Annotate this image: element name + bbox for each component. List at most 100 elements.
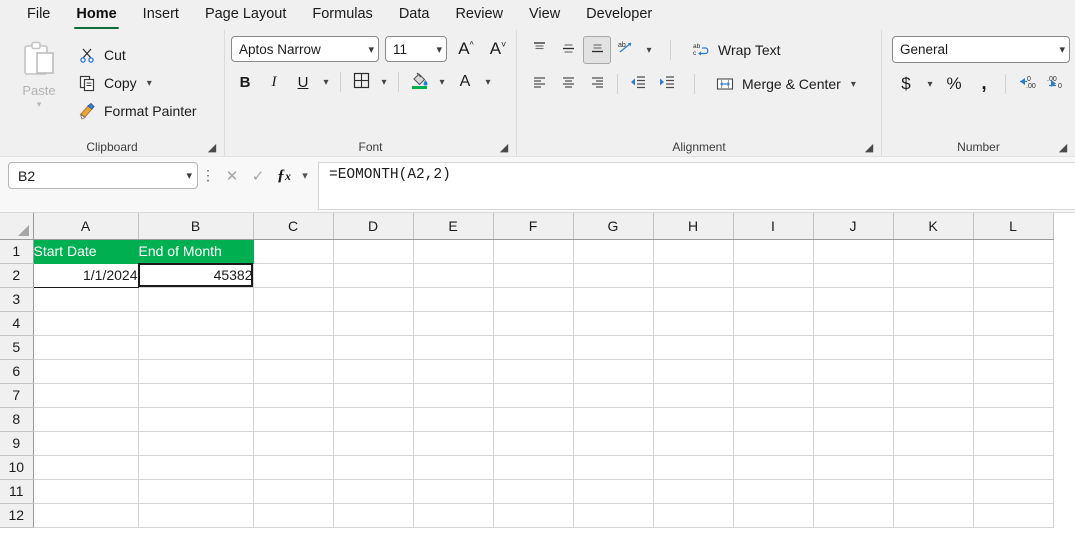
cell-b10[interactable]	[138, 455, 254, 480]
row-header-2[interactable]: 2	[0, 263, 34, 288]
tab-home[interactable]: Home	[63, 1, 129, 30]
font-name-combo[interactable]: Aptos Narrow ▾	[231, 36, 379, 62]
cell-j11[interactable]	[813, 479, 894, 504]
col-header-e[interactable]: E	[413, 213, 494, 240]
cell-b8[interactable]	[138, 407, 254, 432]
tab-developer[interactable]: Developer	[573, 1, 665, 30]
cell-c1[interactable]	[253, 239, 334, 264]
col-header-h[interactable]: H	[653, 213, 734, 240]
format-painter-button[interactable]: Format Painter	[70, 98, 203, 124]
cell-l9[interactable]	[973, 431, 1054, 456]
cell-l10[interactable]	[973, 455, 1054, 480]
cell-f12[interactable]	[493, 503, 574, 528]
cell-l11[interactable]	[973, 479, 1054, 504]
row-header-4[interactable]: 4	[0, 311, 34, 336]
row-header-7[interactable]: 7	[0, 383, 34, 408]
cell-b3[interactable]	[138, 287, 254, 312]
cell-e2[interactable]	[413, 263, 494, 288]
cell-b7[interactable]	[138, 383, 254, 408]
chevron-down-icon[interactable]: ▾	[851, 79, 856, 90]
cell-j12[interactable]	[813, 503, 894, 528]
cell-g6[interactable]	[573, 359, 654, 384]
cell-g5[interactable]	[573, 335, 654, 360]
cell-i1[interactable]	[733, 239, 814, 264]
cell-h8[interactable]	[653, 407, 734, 432]
tab-view[interactable]: View	[516, 1, 573, 30]
cell-d6[interactable]	[333, 359, 414, 384]
cell-e4[interactable]	[413, 311, 494, 336]
cell-h9[interactable]	[653, 431, 734, 456]
cell-e3[interactable]	[413, 287, 494, 312]
cell-f11[interactable]	[493, 479, 574, 504]
cell-e10[interactable]	[413, 455, 494, 480]
decrease-font-size-button[interactable]: A˅	[485, 36, 511, 62]
cell-j6[interactable]	[813, 359, 894, 384]
cell-g12[interactable]	[573, 503, 654, 528]
cell-c10[interactable]	[253, 455, 334, 480]
cell-f9[interactable]	[493, 431, 574, 456]
decrease-decimal-button[interactable]: .00 0	[1043, 70, 1071, 98]
col-header-g[interactable]: G	[573, 213, 654, 240]
alignment-dialog-launcher[interactable]: ◢	[863, 142, 875, 154]
cell-h11[interactable]	[653, 479, 734, 504]
middle-align-button[interactable]	[554, 36, 582, 64]
cell-c6[interactable]	[253, 359, 334, 384]
cell-d10[interactable]	[333, 455, 414, 480]
chevron-down-icon[interactable]: ▾	[432, 43, 442, 56]
cell-g1[interactable]	[573, 239, 654, 264]
cell-i7[interactable]	[733, 383, 814, 408]
cell-g3[interactable]	[573, 287, 654, 312]
font-color-button[interactable]: A	[451, 68, 479, 96]
row-header-8[interactable]: 8	[0, 407, 34, 432]
cell-b5[interactable]	[138, 335, 254, 360]
chevron-down-icon[interactable]: ▾	[364, 43, 374, 56]
cell-g2[interactable]	[573, 263, 654, 288]
cell-g11[interactable]	[573, 479, 654, 504]
borders-dropdown[interactable]: ▾	[376, 68, 392, 96]
cell-f1[interactable]	[493, 239, 574, 264]
cell-j3[interactable]	[813, 287, 894, 312]
cell-c8[interactable]	[253, 407, 334, 432]
chevron-down-icon[interactable]: ▾	[147, 78, 152, 89]
bottom-align-button[interactable]	[583, 36, 611, 64]
cell-j9[interactable]	[813, 431, 894, 456]
cell-g8[interactable]	[573, 407, 654, 432]
cell-a7[interactable]	[33, 383, 139, 408]
fill-color-button[interactable]	[405, 68, 433, 96]
font-size-combo[interactable]: 11 ▾	[385, 36, 447, 62]
formula-input[interactable]: =EOMONTH(A2,2)	[318, 162, 1075, 210]
cell-i6[interactable]	[733, 359, 814, 384]
fill-color-dropdown[interactable]: ▾	[434, 68, 450, 96]
cell-a5[interactable]	[33, 335, 139, 360]
cell-f8[interactable]	[493, 407, 574, 432]
font-dialog-launcher[interactable]: ◢	[498, 142, 510, 154]
tab-page-layout[interactable]: Page Layout	[192, 1, 299, 30]
tab-data[interactable]: Data	[386, 1, 443, 30]
underline-dropdown[interactable]: ▾	[318, 68, 334, 96]
font-color-dropdown[interactable]: ▾	[480, 68, 496, 96]
cell-h1[interactable]	[653, 239, 734, 264]
cell-e7[interactable]	[413, 383, 494, 408]
row-header-11[interactable]: 11	[0, 479, 34, 504]
cell-i8[interactable]	[733, 407, 814, 432]
comma-format-button[interactable]: ,	[970, 70, 998, 98]
cell-f7[interactable]	[493, 383, 574, 408]
cell-l8[interactable]	[973, 407, 1054, 432]
cell-h3[interactable]	[653, 287, 734, 312]
row-header-6[interactable]: 6	[0, 359, 34, 384]
cell-b2[interactable]: 45382	[138, 263, 254, 288]
cell-k1[interactable]	[893, 239, 974, 264]
cell-g10[interactable]	[573, 455, 654, 480]
cell-f2[interactable]	[493, 263, 574, 288]
cell-e1[interactable]	[413, 239, 494, 264]
cell-h10[interactable]	[653, 455, 734, 480]
cell-a12[interactable]	[33, 503, 139, 528]
cell-i9[interactable]	[733, 431, 814, 456]
cell-j4[interactable]	[813, 311, 894, 336]
cell-c3[interactable]	[253, 287, 334, 312]
cell-g4[interactable]	[573, 311, 654, 336]
wrap-text-button[interactable]: ab c Wrap Text	[684, 36, 787, 64]
cell-h4[interactable]	[653, 311, 734, 336]
cell-f6[interactable]	[493, 359, 574, 384]
cell-h12[interactable]	[653, 503, 734, 528]
